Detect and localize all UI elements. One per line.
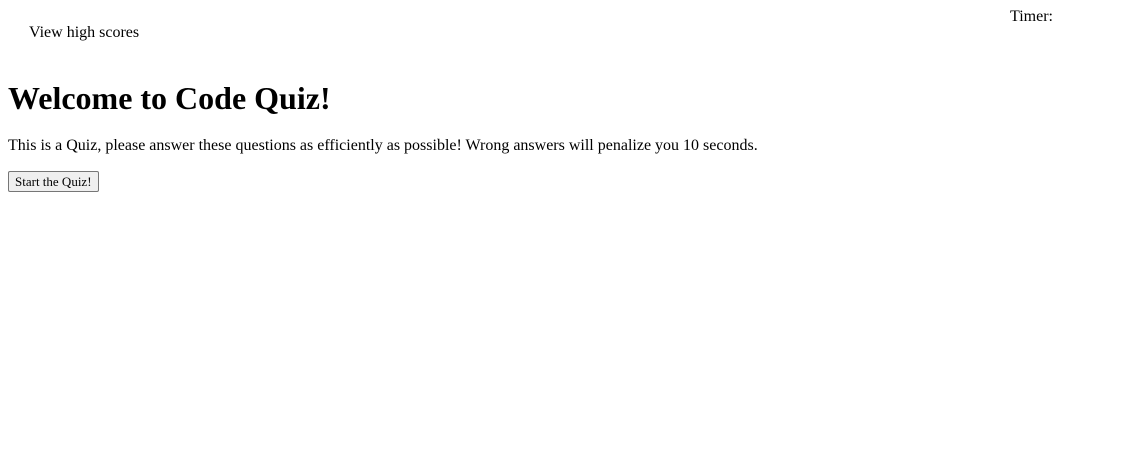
page-title: Welcome to Code Quiz! — [8, 80, 331, 116]
view-high-scores-link[interactable]: View high scores — [29, 24, 139, 42]
timer-label: Timer: — [1010, 8, 1053, 25]
quiz-intro: Welcome to Code Quiz! This is a Quiz, pl… — [8, 79, 1128, 192]
start-quiz-button[interactable]: Start the Quiz! — [8, 171, 99, 192]
quiz-description: This is a Quiz, please answer these ques… — [8, 137, 758, 154]
